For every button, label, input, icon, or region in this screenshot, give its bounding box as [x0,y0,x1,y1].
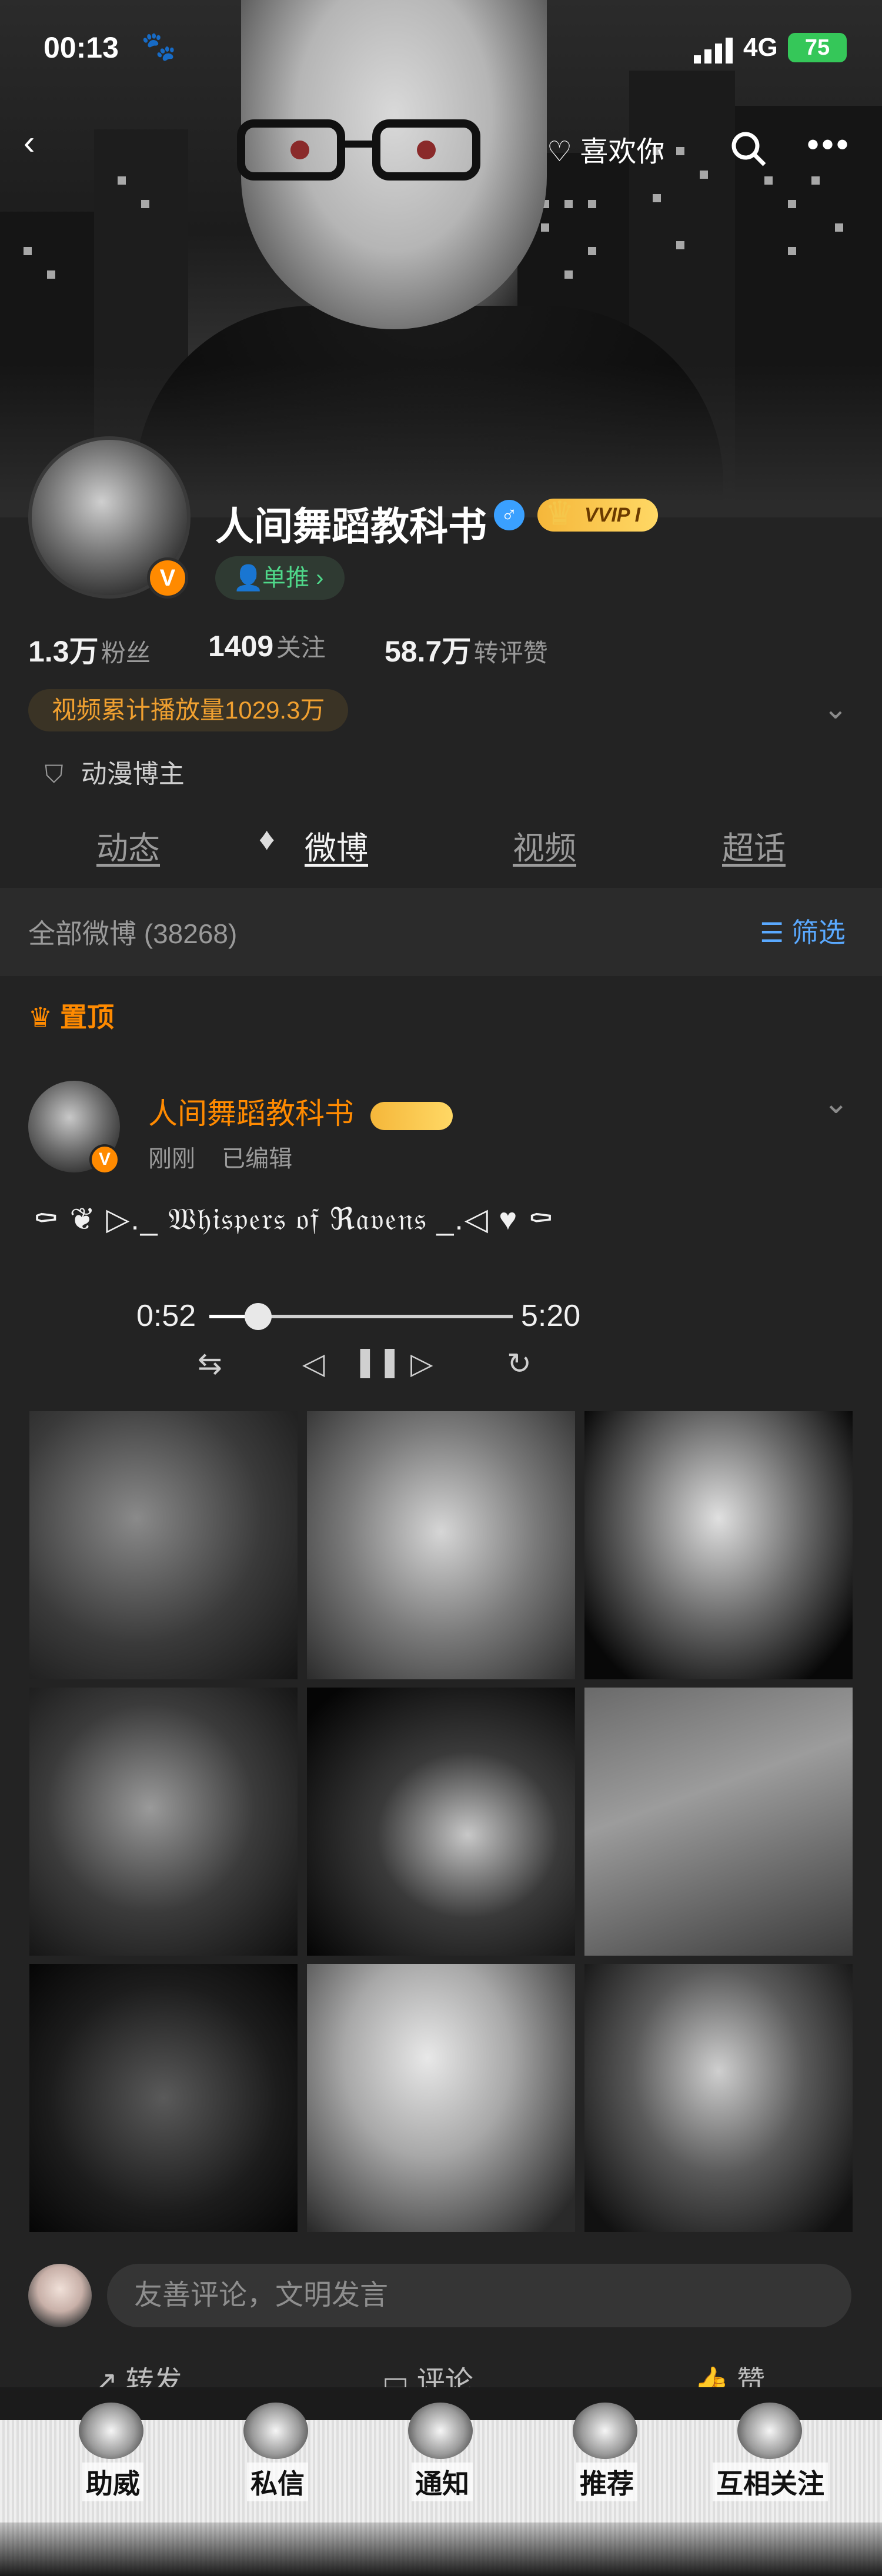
vvip-label: VVIP I [584,504,641,526]
recommend-button[interactable]: 👤 单推 › [215,556,345,600]
post-image-2[interactable] [307,1411,575,1679]
paw-icon: 🐾 [141,31,176,62]
pinned-text: 置顶 [60,1002,115,1033]
crystal-icon: ♦ [259,821,275,857]
nav-notifications[interactable]: 通知 [412,2463,473,2501]
post-image-8[interactable] [307,1964,575,2232]
bottom-ornament-icon [573,2403,637,2459]
shield-icon: ⛉ [45,760,64,788]
bottom-decoration [0,2522,882,2576]
post-image-6[interactable] [584,1688,853,1956]
post-image-7[interactable] [29,1964,298,2232]
network-label: 4G [743,33,778,62]
pause-icon[interactable]: ❚❚ [353,1344,402,1378]
male-gender-icon: ♂ [494,500,524,530]
reposts-count: 58.7万 [385,635,472,668]
expand-chevron-icon[interactable]: ⌄ [823,691,848,726]
character-glasses [237,119,480,181]
player-total-time: 5:20 [521,1299,581,1333]
followers-stat[interactable]: 1.3万 粉丝 [28,628,151,670]
post-image-5[interactable] [307,1688,575,1956]
my-avatar [28,2264,92,2327]
post-time: 刚刚 [148,1146,195,1172]
signal-icon [694,38,733,64]
reposts-stat[interactable]: 58.7万 转评赞 [385,628,548,670]
post-author-name: 人间舞蹈教科书 [148,1097,354,1130]
all-posts-count: 全部微博 (38268) [28,918,238,949]
pinned-label: ♛ 置顶 [28,996,114,1035]
tab-weibo[interactable]: 微博 [305,822,368,868]
battery-indicator: 75 [788,33,847,62]
post-meta: 刚刚 已编辑 [148,1140,292,1174]
following-stat[interactable]: 1409 关注 [208,628,326,664]
like-you-button[interactable]: ♡ 喜欢你 [547,128,664,169]
bottom-ornament-icon [79,2403,143,2459]
profile-tag: ⛉ 动漫博主 [45,753,185,790]
like-you-label: 喜欢你 [580,136,665,168]
filter-button[interactable]: ☰ 筛选 [760,911,846,950]
post-text: ⚰ ❦ ▷._ 𝔚𝔥𝔦𝔰𝔭𝔢𝔯𝔰 𝔬𝔣 ℜ𝔞𝔳𝔢𝔫𝔰 _.◁ ♥ ⚰ [33,1202,555,1237]
search-icon[interactable] [729,129,767,167]
followers-label: 粉丝 [101,639,151,667]
bottom-ornament-icon [737,2403,802,2459]
post-edited: 已编辑 [222,1146,293,1172]
previous-icon[interactable]: ◁ [302,1347,325,1381]
post-menu-chevron-icon[interactable]: ⌄ [823,1085,849,1121]
tab-feed[interactable]: 动态 [96,822,160,868]
repeat-icon[interactable]: ⇆ [198,1347,222,1381]
back-icon[interactable]: ‹ [24,126,35,160]
nav-recommend[interactable]: 推荐 [576,2463,637,2501]
profile-name: 人间舞蹈教科书 [215,504,487,548]
post-image-9[interactable] [584,1964,853,2232]
crown-icon: ♛ [28,1002,53,1033]
next-icon[interactable]: ▷ [410,1347,433,1381]
bottom-ornament-icon [243,2403,308,2459]
crown-icon: ♛ [544,495,575,532]
post-image-4[interactable] [29,1688,298,1956]
user-icon: 👤 [233,564,264,592]
post-author[interactable]: 人间舞蹈教科书 [148,1090,453,1132]
tab-video[interactable]: 视频 [513,822,576,868]
nav-messages[interactable]: 私信 [247,2463,308,2501]
player-seek-handle[interactable] [244,1303,272,1330]
following-count: 1409 [208,630,274,663]
profile-tag-label: 动漫博主 [81,760,185,788]
bottom-ornament-icon [408,2403,473,2459]
following-label: 关注 [276,634,326,661]
filter-icon: ☰ [760,917,784,948]
verified-icon: V [147,557,188,599]
more-icon[interactable]: ••• [807,127,851,162]
player-current-time: 0:52 [136,1299,196,1333]
verified-icon: V [89,1144,120,1175]
reposts-label: 转评赞 [473,639,548,667]
nav-mutual-follow[interactable]: 互相关注 [713,2463,828,2501]
heart-hand-icon: ♡ [547,136,580,168]
post-image-1[interactable] [29,1411,298,1679]
followers-count: 1.3万 [28,635,99,668]
battery-level: 75 [804,35,830,60]
post-image-3[interactable] [584,1411,853,1679]
nav-cheer[interactable]: 助威 [82,2463,143,2501]
tab-supertopic[interactable]: 超话 [722,822,786,868]
status-time: 00:13 [44,31,119,64]
play-count-badge[interactable]: 视频累计播放量1029.3万 [28,689,349,731]
replay-icon[interactable]: ↻ [507,1347,532,1381]
recommend-label: 单推 [262,565,309,591]
member-badge [370,1101,453,1130]
filter-label: 筛选 [791,917,846,948]
comment-input[interactable]: 友善评论，文明发言 [107,2264,851,2327]
